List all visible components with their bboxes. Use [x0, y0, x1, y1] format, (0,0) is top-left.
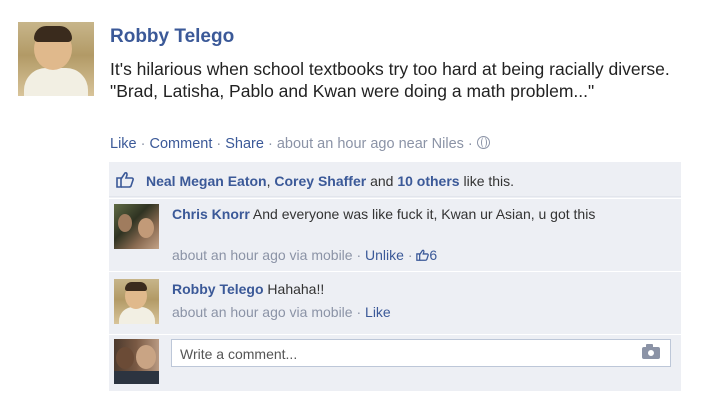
- like-link[interactable]: Like: [110, 136, 137, 152]
- post-timestamp[interactable]: about an hour ago: [277, 136, 395, 152]
- liker-link[interactable]: Neal Megan Eaton: [146, 173, 267, 189]
- comment-text: Hahaha!!: [267, 281, 325, 297]
- comment-text: And everyone was like fuck it, Kwan ur A…: [252, 206, 596, 222]
- location-prefix: near: [398, 136, 428, 152]
- post-location[interactable]: Niles: [432, 136, 464, 152]
- others-link[interactable]: 10 others: [397, 173, 459, 189]
- thumbs-up-icon: [116, 171, 134, 188]
- separator: ·: [136, 136, 150, 152]
- viewer-avatar[interactable]: [114, 339, 159, 384]
- like-suffix: like this.: [459, 173, 515, 189]
- post-author-name[interactable]: Robby Telego: [110, 26, 234, 48]
- comment-item: Chris Knorr And everyone was like fuck i…: [109, 198, 681, 271]
- comment-author[interactable]: Robby Telego: [172, 281, 264, 297]
- comment-timestamp[interactable]: about an hour ago via mobile: [172, 304, 353, 320]
- post-actions-bar: Like · Comment · Share · about an hour a…: [110, 136, 490, 152]
- commenter-avatar[interactable]: [114, 279, 159, 324]
- comment-input-box[interactable]: [171, 339, 671, 367]
- likes-summary: Neal Megan Eaton, Corey Shaffer and 10 o…: [146, 173, 514, 189]
- separator: ·: [463, 136, 477, 152]
- comment-body: Robby Telego Hahaha!!: [172, 280, 652, 299]
- post-text: It's hilarious when school textbooks try…: [110, 59, 670, 101]
- comment-meta: about an hour ago via mobile · Unlike · …: [172, 247, 437, 263]
- separator: ·: [352, 304, 366, 320]
- separator: ·: [263, 136, 277, 152]
- separator: ·: [212, 136, 226, 152]
- comment-author[interactable]: Chris Knorr: [172, 206, 250, 222]
- commenter-avatar[interactable]: [114, 204, 159, 249]
- comment-meta: about an hour ago via mobile · Like: [172, 304, 391, 320]
- comment-like-count[interactable]: 6: [429, 247, 437, 263]
- globe-icon[interactable]: [476, 136, 490, 149]
- separator: ·: [352, 247, 366, 263]
- comment-timestamp[interactable]: about an hour ago via mobile: [172, 247, 353, 263]
- thumbs-up-icon[interactable]: [416, 249, 430, 261]
- comment-body: Chris Knorr And everyone was like fuck i…: [172, 205, 652, 224]
- separator: ·: [403, 247, 417, 263]
- comment-item: Robby Telego Hahaha!! about an hour ago …: [109, 271, 681, 334]
- unlike-link[interactable]: Unlike: [365, 247, 404, 263]
- share-link[interactable]: Share: [225, 136, 264, 152]
- comment-input[interactable]: [178, 341, 622, 367]
- like-link[interactable]: Like: [365, 304, 391, 320]
- comment-link[interactable]: Comment: [150, 136, 213, 152]
- post-author-avatar[interactable]: [18, 22, 94, 96]
- camera-icon[interactable]: [642, 344, 660, 359]
- liker-link[interactable]: Corey Shaffer: [274, 173, 366, 189]
- and-text: and: [366, 173, 398, 189]
